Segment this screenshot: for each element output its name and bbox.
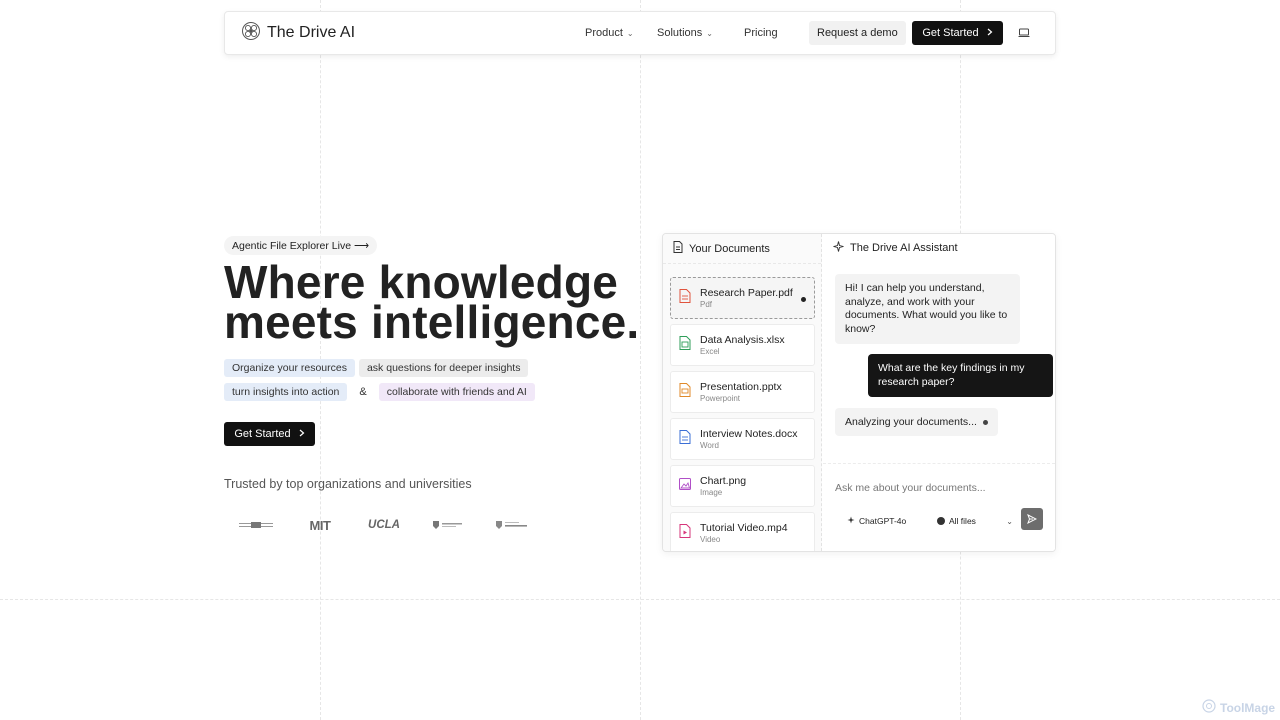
mit-logo-text: MIT bbox=[309, 517, 331, 533]
sparkle-icon bbox=[847, 516, 855, 526]
hero-get-started-button[interactable]: Get Started bbox=[224, 422, 315, 446]
file-name: Presentation.pptx bbox=[700, 381, 782, 393]
nav-pricing-label: Pricing bbox=[744, 27, 778, 39]
file-type: Powerpoint bbox=[700, 394, 741, 403]
file-item-interview-notes[interactable]: Interview Notes.docx Word bbox=[670, 418, 815, 460]
nav-product-label: Product bbox=[585, 27, 623, 39]
model-label: ChatGPT-4o bbox=[859, 516, 907, 526]
file-item-research-paper[interactable]: Research Paper.pdf Pdf bbox=[670, 277, 815, 319]
file-item-chart[interactable]: Chart.png Image bbox=[670, 465, 815, 507]
harvard-logo bbox=[416, 520, 480, 530]
tag-collaborate: collaborate with friends and AI bbox=[378, 383, 535, 401]
files-filter-select[interactable]: All files ⌄ bbox=[937, 516, 1013, 526]
file-name: Interview Notes.docx bbox=[700, 428, 798, 440]
watermark-text: ToolMage bbox=[1220, 700, 1276, 715]
typing-indicator bbox=[982, 419, 988, 425]
powerpoint-file-icon bbox=[679, 382, 691, 402]
file-name: Research Paper.pdf bbox=[700, 287, 793, 299]
documents-sidebar: Your Documents Research Paper.pdf Pdf Da… bbox=[663, 234, 822, 551]
watermark: ToolMage bbox=[1202, 699, 1275, 716]
chat-input-area: ChatGPT-4o All files ⌄ bbox=[823, 463, 1055, 551]
nav-solutions[interactable]: Solutions ⌄ bbox=[657, 27, 713, 39]
user-message: What are the key findings in my research… bbox=[868, 354, 1053, 397]
word-file-icon bbox=[679, 429, 691, 449]
watermark-logo-icon bbox=[1202, 699, 1216, 716]
file-type: Pdf bbox=[700, 300, 713, 309]
file-type: Image bbox=[700, 488, 723, 497]
nav-solutions-label: Solutions bbox=[657, 27, 703, 39]
brand[interactable]: The Drive AI bbox=[241, 21, 355, 46]
selected-indicator bbox=[801, 297, 806, 302]
sparkle-icon bbox=[833, 241, 844, 255]
toronto-logo bbox=[480, 520, 544, 530]
file-item-tutorial-video[interactable]: Tutorial Video.mp4 Video bbox=[670, 512, 815, 551]
filter-dot-icon bbox=[937, 517, 945, 525]
chevron-right-icon bbox=[987, 27, 993, 39]
chat-input[interactable] bbox=[835, 476, 1045, 500]
send-icon bbox=[1027, 512, 1038, 527]
document-icon bbox=[673, 241, 683, 256]
file-item-presentation[interactable]: Presentation.pptx Powerpoint bbox=[670, 371, 815, 413]
get-started-label: Get Started bbox=[922, 27, 979, 39]
excel-file-icon bbox=[679, 335, 691, 355]
chevron-down-icon: ⌄ bbox=[626, 28, 634, 38]
chevron-down-icon: ⌄ bbox=[1006, 516, 1013, 526]
chevron-right-icon bbox=[299, 428, 305, 440]
ucla-logo: UCLA bbox=[352, 519, 416, 531]
product-preview-panel: Your Documents Research Paper.pdf Pdf Da… bbox=[662, 233, 1056, 552]
file-name: Chart.png bbox=[700, 475, 747, 487]
file-name: Tutorial Video.mp4 bbox=[700, 522, 788, 534]
michigan-logo bbox=[224, 521, 288, 529]
brain-icon bbox=[241, 21, 261, 46]
mit-logo: MIT bbox=[288, 518, 352, 533]
top-navbar: The Drive AI Product ⌄ Solutions ⌄ Prici… bbox=[224, 11, 1056, 55]
nav-pricing[interactable]: Pricing bbox=[744, 27, 778, 39]
university-logos: MIT UCLA bbox=[224, 514, 544, 536]
status-text: Analyzing your documents... bbox=[845, 416, 977, 428]
file-name: Data Analysis.xlsx bbox=[700, 334, 785, 346]
file-type: Excel bbox=[700, 347, 720, 356]
hero-title: Where knowledge meets intelligence. bbox=[224, 259, 654, 348]
documents-header: Your Documents bbox=[663, 234, 821, 264]
hero-get-started-label: Get Started bbox=[234, 428, 291, 440]
model-selector[interactable]: ChatGPT-4o bbox=[847, 516, 906, 526]
analyzing-status: Analyzing your documents... bbox=[835, 408, 998, 436]
ucla-logo-text: UCLA bbox=[368, 519, 400, 531]
chevron-down-icon: ⌄ bbox=[706, 28, 713, 38]
pdf-file-icon bbox=[679, 288, 691, 308]
file-item-data-analysis[interactable]: Data Analysis.xlsx Excel bbox=[670, 324, 815, 366]
assistant-title: The Drive AI Assistant bbox=[850, 242, 958, 254]
video-file-icon bbox=[679, 523, 691, 543]
tag-organize: Organize your resources bbox=[224, 359, 355, 377]
get-started-button[interactable]: Get Started bbox=[912, 21, 1003, 45]
send-button[interactable] bbox=[1021, 508, 1043, 530]
feature-tags: Organize your resources ask questions fo… bbox=[224, 359, 644, 407]
documents-title: Your Documents bbox=[689, 242, 770, 255]
brand-name: The Drive AI bbox=[267, 24, 356, 41]
assistant-pane: The Drive AI Assistant Hi! I can help yo… bbox=[823, 234, 1055, 551]
monitor-icon[interactable] bbox=[1017, 26, 1031, 40]
request-demo-button[interactable]: Request a demo bbox=[809, 21, 906, 45]
file-type: Word bbox=[700, 441, 719, 450]
assistant-header: The Drive AI Assistant bbox=[823, 234, 1055, 262]
agentic-explorer-badge[interactable]: Agentic File Explorer Live ⟶ bbox=[224, 236, 378, 255]
ampersand: & bbox=[359, 386, 367, 398]
ai-message: Hi! I can help you understand, analyze, … bbox=[835, 274, 1020, 344]
tag-ask: ask questions for deeper insights bbox=[358, 359, 529, 377]
files-filter-label: All files bbox=[949, 516, 976, 526]
tag-turn: turn insights into action bbox=[224, 383, 348, 401]
hero-title-line2: meets intelligence. bbox=[224, 296, 640, 348]
file-type: Video bbox=[700, 535, 721, 544]
grid-line bbox=[0, 599, 1280, 600]
image-file-icon bbox=[679, 477, 691, 495]
trusted-text: Trusted by top organizations and univers… bbox=[224, 477, 472, 491]
nav-product[interactable]: Product ⌄ bbox=[585, 27, 634, 39]
